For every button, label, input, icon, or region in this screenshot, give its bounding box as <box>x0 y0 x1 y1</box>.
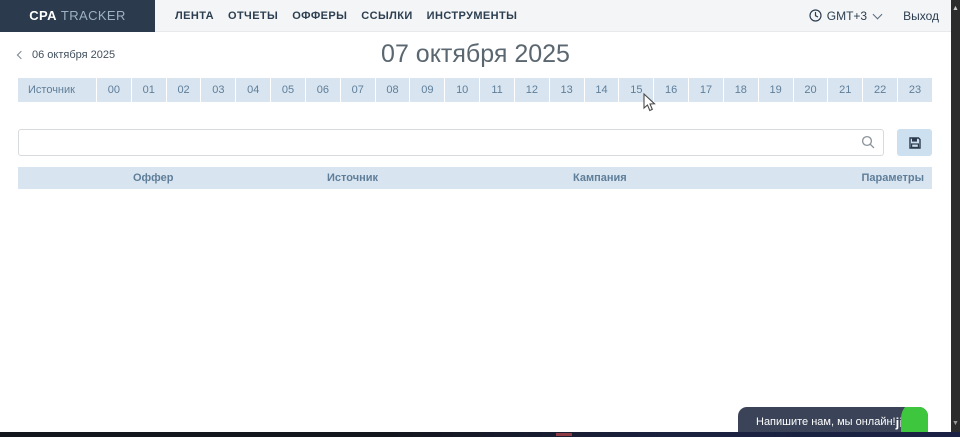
nav-item-offery[interactable]: ОФФЕРЫ <box>287 10 352 22</box>
hour-cell: 21 <box>827 78 862 102</box>
vertical-scrollbar[interactable]: ▲ ▼ <box>951 0 960 437</box>
bottom-strip-accent <box>556 433 572 436</box>
hour-cell: 19 <box>758 78 793 102</box>
hour-cell: 10 <box>444 78 479 102</box>
clock-icon <box>809 9 822 22</box>
export-icon <box>908 136 922 150</box>
hour-cell: 15 <box>618 78 653 102</box>
hour-cell: 04 <box>235 78 270 102</box>
hour-cell: 16 <box>653 78 688 102</box>
export-button[interactable] <box>897 129 932 156</box>
page-title: 07 октября 2025 <box>0 40 951 69</box>
topbar-right: GMT+3 Выход <box>809 9 951 23</box>
chevron-down-icon <box>873 9 883 19</box>
nav-item-lenta[interactable]: ЛЕНТА <box>170 10 219 22</box>
bottom-edge-strip <box>0 432 960 437</box>
timezone-selector[interactable]: GMT+3 <box>809 9 881 23</box>
jivo-leaf-icon <box>901 407 928 435</box>
topbar: CPA TRACKER ЛЕНТА ОТЧЕТЫ ОФФЕРЫ ССЫЛКИ ИНСТР… <box>0 0 951 32</box>
hour-cell: 06 <box>305 78 340 102</box>
scroll-up-icon[interactable]: ▲ <box>951 4 960 14</box>
nav-item-instrumenty[interactable]: ИНСТРУМЕНТЫ <box>422 10 523 22</box>
hour-cell: 12 <box>514 78 549 102</box>
hour-cell: 03 <box>200 78 235 102</box>
column-header-istochnik: Источник <box>327 172 573 184</box>
hour-cell: 08 <box>375 78 410 102</box>
hours-source-header: Источник <box>18 78 96 102</box>
column-header-parametry: Параметры <box>862 172 932 184</box>
hour-cell: 23 <box>897 78 932 102</box>
chat-message: Напишите нам, мы онлайн! <box>756 416 896 428</box>
hour-cell: 17 <box>688 78 723 102</box>
logout-button[interactable]: Выход <box>903 9 939 23</box>
hour-cell: 20 <box>793 78 828 102</box>
nav-item-ssylki[interactable]: ССЫЛКИ <box>356 10 417 22</box>
scroll-down-icon[interactable]: ▼ <box>951 419 960 429</box>
search-wrap <box>18 129 884 156</box>
hour-cell: 07 <box>340 78 375 102</box>
search-input[interactable] <box>18 129 884 156</box>
logo-text-bold: CPA <box>29 8 57 23</box>
hour-cell: 18 <box>723 78 758 102</box>
hour-cell: 13 <box>549 78 584 102</box>
hour-cell: 11 <box>479 78 514 102</box>
hour-cell: 09 <box>409 78 444 102</box>
hour-cell: 01 <box>131 78 166 102</box>
hour-cell: 05 <box>270 78 305 102</box>
hour-cell: 14 <box>584 78 619 102</box>
hour-cell: 22 <box>862 78 897 102</box>
column-header-kampaniya: Кампания <box>573 172 862 184</box>
hour-cell: 02 <box>166 78 201 102</box>
column-header-offer: Оффер <box>133 172 327 184</box>
hour-cell: 00 <box>96 78 131 102</box>
logo-text-rest: TRACKER <box>61 8 126 23</box>
report-table-header: ОфферИсточникКампанияПараметры <box>18 167 932 189</box>
timezone-label: GMT+3 <box>827 9 867 23</box>
app-logo[interactable]: CPA TRACKER <box>0 0 155 32</box>
nav-item-otchety[interactable]: ОТЧЕТЫ <box>223 10 283 22</box>
hours-header-row: Источник 0001020304050607080910111213141… <box>18 78 932 102</box>
main-nav: ЛЕНТА ОТЧЕТЫ ОФФЕРЫ ССЫЛКИ ИНСТРУМЕНТЫ <box>170 10 526 22</box>
